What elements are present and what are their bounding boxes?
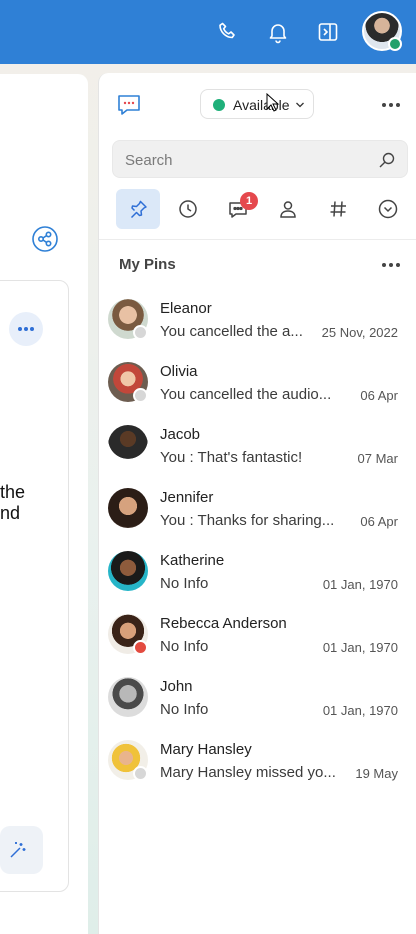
message-date: 06 Apr — [360, 388, 398, 403]
hash-icon — [330, 201, 346, 217]
presence-dot — [133, 766, 148, 781]
message-date: 06 Apr — [360, 514, 398, 529]
chat-logo-icon — [116, 92, 142, 118]
last-message: You : That's fantastic! — [160, 449, 303, 466]
list-item[interactable]: Mary Hansley Mary Hansley missed yo... 1… — [99, 732, 416, 795]
presence-dot — [133, 640, 148, 655]
search-icon[interactable] — [377, 150, 397, 170]
card-text: the nd — [0, 482, 25, 524]
avatar — [108, 677, 148, 717]
list-item[interactable]: Jennifer You : Thanks for sharing... 06 … — [99, 480, 416, 543]
tab-chats[interactable]: 1 — [216, 189, 260, 229]
last-message: No Info — [160, 701, 209, 718]
section-more-button[interactable] — [382, 263, 400, 267]
pin-icon — [130, 200, 147, 219]
chevron-down-icon — [378, 199, 398, 219]
unread-badge: 1 — [240, 192, 258, 210]
contact-name: Rebecca Anderson — [160, 615, 287, 632]
chevron-down-icon — [296, 102, 304, 108]
person-icon — [280, 201, 296, 218]
list-item[interactable]: Katherine No Info 01 Jan, 1970 — [99, 543, 416, 606]
main-content-pane: the nd — [0, 74, 88, 934]
ai-assist-button[interactable] — [0, 826, 43, 874]
message-date: 01 Jan, 1970 — [322, 640, 398, 655]
last-message: You : Thanks for sharing... — [160, 512, 335, 529]
side-panel-icon[interactable] — [316, 20, 340, 44]
status-dot — [213, 99, 225, 111]
presence-dot — [133, 325, 148, 340]
list-item[interactable]: Olivia You cancelled the audio... 06 Apr — [99, 354, 416, 417]
user-avatar[interactable] — [362, 11, 402, 51]
panel-more-button[interactable] — [382, 103, 400, 107]
message-date: 25 Nov, 2022 — [321, 325, 398, 340]
message-date: 19 May — [355, 766, 398, 781]
contact-name: Jennifer — [160, 489, 214, 506]
status-dropdown[interactable]: Available — [200, 89, 314, 119]
last-message: No Info — [160, 638, 209, 655]
bell-icon[interactable] — [266, 20, 290, 44]
avatar — [108, 488, 148, 528]
search-box[interactable] — [112, 140, 408, 178]
contact-name: Katherine — [160, 552, 225, 569]
share-icon[interactable] — [32, 226, 58, 252]
search-input[interactable] — [125, 149, 365, 171]
divider — [99, 239, 416, 240]
card-text-line: nd — [0, 503, 21, 523]
contact-name: Olivia — [160, 363, 198, 380]
sparkle-wand-icon — [10, 842, 26, 858]
contact-name: Mary Hansley — [160, 741, 252, 758]
tab-recent[interactable] — [166, 189, 210, 229]
more-options-button[interactable] — [9, 312, 43, 346]
last-message: You cancelled the a... — [160, 323, 303, 340]
top-bar — [0, 0, 416, 64]
section-title: My Pins — [119, 256, 176, 273]
list-item[interactable]: Rebecca Anderson No Info 01 Jan, 1970 — [99, 606, 416, 669]
tab-more[interactable] — [366, 189, 410, 229]
content-card — [0, 280, 69, 892]
contact-name: John — [160, 678, 193, 695]
mouse-cursor-icon — [266, 93, 280, 112]
message-date: 07 Mar — [357, 451, 398, 466]
last-message: No Info — [160, 575, 209, 592]
tab-contacts[interactable] — [266, 189, 310, 229]
list-item[interactable]: Eleanor You cancelled the a... 25 Nov, 2… — [99, 291, 416, 354]
contact-name: Jacob — [160, 426, 201, 443]
tab-channels[interactable] — [316, 189, 360, 229]
avatar — [108, 425, 148, 465]
tab-pins[interactable] — [116, 189, 160, 229]
user-status-dot — [388, 37, 402, 51]
chat-panel: Available 1 My Pins Eleanor You cancelle… — [98, 73, 416, 934]
avatar — [108, 551, 148, 591]
message-date: 01 Jan, 1970 — [322, 577, 398, 592]
presence-dot — [133, 388, 148, 403]
message-date: 01 Jan, 1970 — [322, 703, 398, 718]
status-label: Available — [233, 97, 290, 113]
card-text-line: the — [0, 482, 26, 502]
list-item[interactable]: Jacob You : That's fantastic! 07 Mar — [99, 417, 416, 480]
list-item[interactable]: John No Info 01 Jan, 1970 — [99, 669, 416, 732]
contact-name: Eleanor — [160, 300, 212, 317]
phone-icon[interactable] — [216, 20, 240, 44]
last-message: You cancelled the audio... — [160, 386, 332, 403]
clock-icon — [179, 200, 197, 218]
last-message: Mary Hansley missed yo... — [160, 764, 336, 781]
